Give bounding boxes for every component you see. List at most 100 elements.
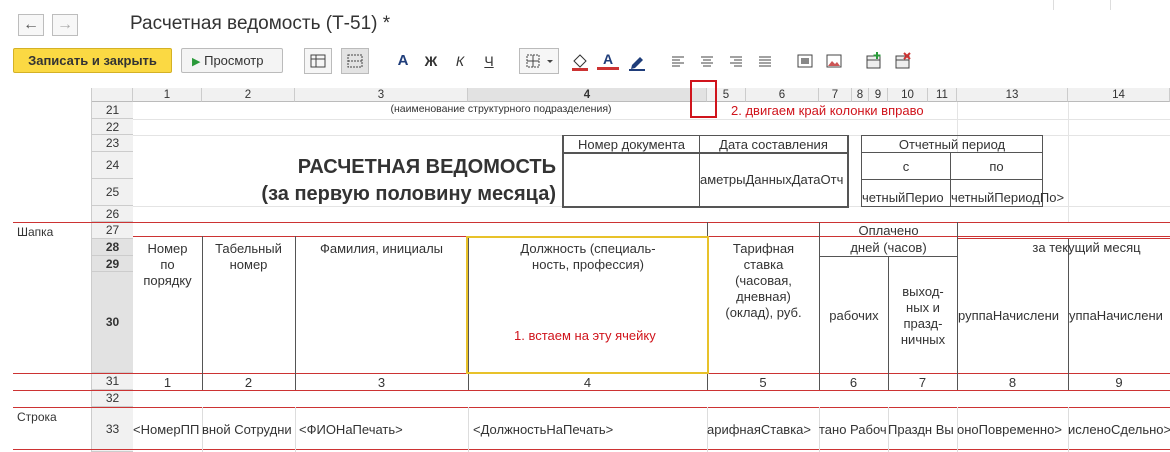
red-border: [13, 407, 1170, 408]
col-header[interactable]: 7: [819, 88, 852, 102]
border: [562, 135, 849, 136]
param-cell[interactable]: <НомерПП: [133, 422, 202, 437]
row-header[interactable]: 31: [92, 373, 133, 390]
row-header[interactable]: 32: [92, 390, 133, 407]
row-header[interactable]: 23: [92, 135, 133, 152]
align-right-button[interactable]: [725, 50, 747, 72]
red-border: [957, 238, 1170, 239]
col-header[interactable]: 3: [295, 88, 468, 102]
preview-label: Просмотр: [204, 53, 264, 68]
header-tab-number: Табельный номер: [215, 241, 282, 272]
col-number: 7: [918, 375, 927, 390]
border: [861, 206, 1043, 207]
italic-button[interactable]: К: [449, 50, 471, 72]
period-end-param[interactable]: четныйПериодПо>: [951, 190, 1081, 205]
insert-picture-button[interactable]: [823, 50, 845, 72]
divider: [1110, 0, 1111, 10]
preview-button[interactable]: ▶ Просмотр: [181, 48, 283, 73]
col-header[interactable]: 9: [869, 88, 888, 102]
period-from-label: с: [902, 159, 910, 174]
col-number: 2: [244, 375, 253, 390]
col-number: 6: [849, 375, 858, 390]
instruction-note-2: 2. двигаем край колонки вправо: [731, 103, 924, 118]
row-header[interactable]: 28: [92, 239, 133, 256]
col-number: 1: [163, 375, 172, 390]
param-cell[interactable]: Праздн Вы: [888, 422, 957, 437]
back-button[interactable]: ←: [18, 14, 44, 36]
show-grid-button[interactable]: [341, 48, 369, 74]
row-header[interactable]: 33: [92, 407, 133, 452]
col-header[interactable]: 1: [133, 88, 202, 102]
row-header[interactable]: 27: [92, 222, 133, 239]
column-resize-highlight[interactable]: [690, 80, 717, 118]
picture-icon: [826, 54, 842, 68]
grid-line: [133, 119, 1170, 120]
row-header[interactable]: 25: [92, 179, 133, 206]
arrow-right-icon: →: [57, 16, 73, 33]
highlight-button[interactable]: [626, 50, 648, 72]
corner-cell[interactable]: [92, 88, 133, 102]
forward-button[interactable]: →: [52, 14, 78, 36]
col-header[interactable]: 14: [1068, 88, 1170, 102]
border: [957, 222, 958, 390]
save-and-close-button[interactable]: Записать и закрыть: [13, 48, 172, 73]
col-number: 5: [759, 375, 767, 390]
borders-button[interactable]: [519, 48, 559, 74]
row-header[interactable]: 21: [92, 102, 133, 119]
font-color-button[interactable]: A: [597, 50, 619, 70]
col-header[interactable]: 8: [852, 88, 869, 102]
bold-button[interactable]: Ж: [420, 50, 442, 72]
header-paid: Оплачено: [858, 223, 919, 238]
header-accrual-group-2: уппаНачислени: [1069, 308, 1163, 323]
merge-cells-button[interactable]: [794, 50, 816, 72]
align-left-icon: [672, 56, 684, 67]
view-grid-button[interactable]: [304, 48, 332, 74]
underline-button[interactable]: Ч: [478, 50, 500, 72]
header-tariff-rate: Тарифная ставка (часовая, дневная) (окла…: [725, 241, 802, 320]
add-table-button[interactable]: [863, 50, 885, 72]
col-header[interactable]: 13: [957, 88, 1068, 102]
border: [861, 135, 1043, 136]
fill-color-button[interactable]: [569, 50, 591, 72]
col-header[interactable]: 4: [468, 88, 707, 102]
align-left-button[interactable]: [667, 50, 689, 72]
col-header[interactable]: 10: [888, 88, 928, 102]
row-header[interactable]: 24: [92, 152, 133, 179]
period-start-param[interactable]: четныйПерио: [862, 190, 950, 205]
font-button[interactable]: A: [392, 50, 414, 72]
section-label-header: Шапка: [17, 225, 54, 239]
table-add-icon: [866, 52, 881, 69]
param-cell[interactable]: вной Сотрудни: [202, 422, 295, 437]
col-header[interactable]: 11: [928, 88, 957, 102]
col-header[interactable]: 6: [746, 88, 819, 102]
param-cell[interactable]: исленоСдельно>: [1068, 422, 1170, 437]
align-center-button[interactable]: [696, 50, 718, 72]
param-cell[interactable]: <ДолжностьНаПечать>: [473, 422, 707, 437]
border: [861, 179, 1043, 180]
param-cell[interactable]: <ФИОНаПечать>: [299, 422, 468, 437]
paint-bucket-icon: [572, 54, 588, 71]
section-gutter: [13, 88, 92, 452]
arrow-left-icon: ←: [23, 16, 39, 33]
align-justify-button[interactable]: [754, 50, 776, 72]
doc-date-label: Дата составления: [719, 137, 828, 152]
row-header[interactable]: 26: [92, 206, 133, 222]
grid-line: [295, 407, 296, 452]
selected-cell[interactable]: [466, 236, 709, 374]
param-cell[interactable]: оноПовременно>: [957, 422, 1068, 437]
report-title: РАСЧЕТНАЯ ВЕДОМОСТЬ: [297, 156, 556, 178]
header-days: дней (часов): [850, 240, 927, 255]
spreadsheet-document[interactable]: 1 2 3 4 5 6 7 8 9 10 11 13 14 21 22 23 2…: [13, 80, 1170, 452]
row-header[interactable]: 29: [92, 256, 133, 272]
table-view-icon: [310, 54, 326, 68]
row-header[interactable]: 30: [92, 272, 133, 373]
report-subtitle: (за первую половину месяца): [261, 183, 556, 205]
param-cell[interactable]: арифнаяСтавка>: [707, 422, 819, 437]
param-cell[interactable]: тано Рабоч: [819, 422, 888, 437]
delete-table-button[interactable]: [892, 50, 914, 72]
row-header[interactable]: 22: [92, 119, 133, 135]
section-label-row: Строка: [17, 410, 57, 424]
borders-icon: [526, 54, 553, 68]
doc-date-param[interactable]: аметрыДанныхДатаОтч: [700, 172, 847, 187]
col-header[interactable]: 2: [202, 88, 295, 102]
